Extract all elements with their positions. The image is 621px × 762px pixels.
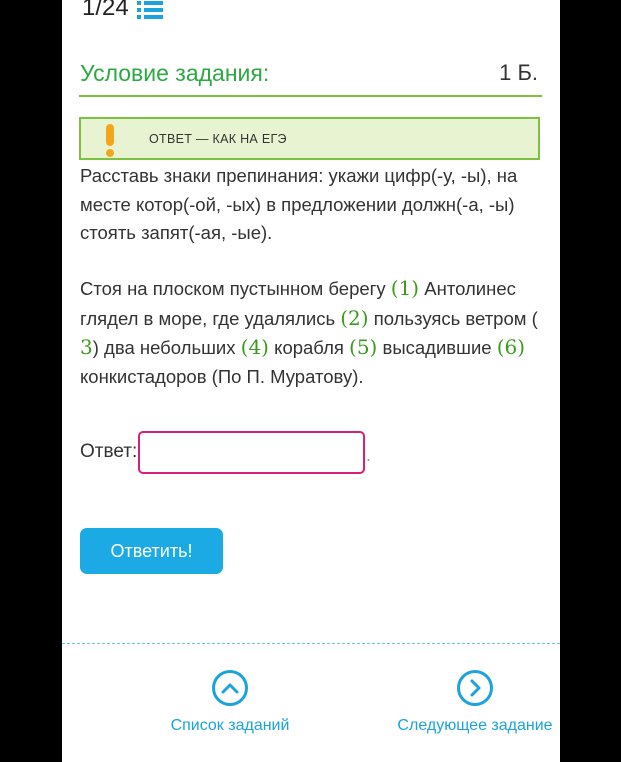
page-title: Условие задания: (80, 60, 270, 86)
answer-dot: . (366, 445, 372, 465)
task-sentence: Стоя на плоском пустынном берегу (1) Ант… (80, 274, 542, 391)
exclamation-icon (103, 124, 117, 158)
task-list-label[interactable]: Список заданий (171, 714, 290, 737)
answer-format-notice: ОТВЕТ — КАК НА ЕГЭ (79, 117, 540, 160)
next-task-button[interactable]: Следующее задание (395, 670, 555, 737)
answer-input[interactable] (138, 431, 365, 474)
sentence-part: ) два небольших (92, 337, 241, 358)
task-counter: 1/24 (82, 0, 163, 22)
notice-text: ОТВЕТ — КАК НА ЕГЭ (149, 132, 287, 146)
task-counter-text: 1/24 (82, 0, 129, 21)
task-page: 1/24 Условие задания: 1 Б. ОТВЕТ — КАК Н… (62, 0, 560, 762)
sentence-part: пользуясь ветром ( (368, 307, 538, 329)
chevron-up-icon[interactable] (212, 670, 248, 706)
sentence-part: корабля (269, 337, 350, 358)
comma-number-5: (5) (349, 335, 378, 359)
submit-button[interactable]: Ответить! (80, 528, 223, 574)
comma-number-3: 3 (80, 335, 93, 359)
answer-label: Ответ: (80, 441, 138, 462)
sentence-part: конкистадоров (По П. Муратову). (80, 365, 364, 387)
comma-number-1: (1) (390, 276, 420, 300)
sentence-part: Стоя на плоском пустынном берегу (80, 278, 391, 299)
footer-divider (62, 643, 560, 644)
task-list-button[interactable]: Список заданий (150, 670, 310, 737)
header-divider (79, 95, 542, 97)
next-task-label[interactable]: Следующее задание (397, 714, 552, 737)
task-instruction: Расставь знаки препинания: укажи цифр(-у… (80, 165, 518, 243)
points-badge: 1 Б. (499, 60, 538, 85)
list-icon[interactable] (136, 0, 163, 19)
comma-number-6: (6) (496, 335, 526, 359)
comma-number-2: (2) (340, 305, 369, 330)
sentence-part: высадившие (377, 337, 497, 358)
chevron-right-icon[interactable] (457, 670, 493, 706)
comma-number-4: (4) (240, 335, 269, 359)
